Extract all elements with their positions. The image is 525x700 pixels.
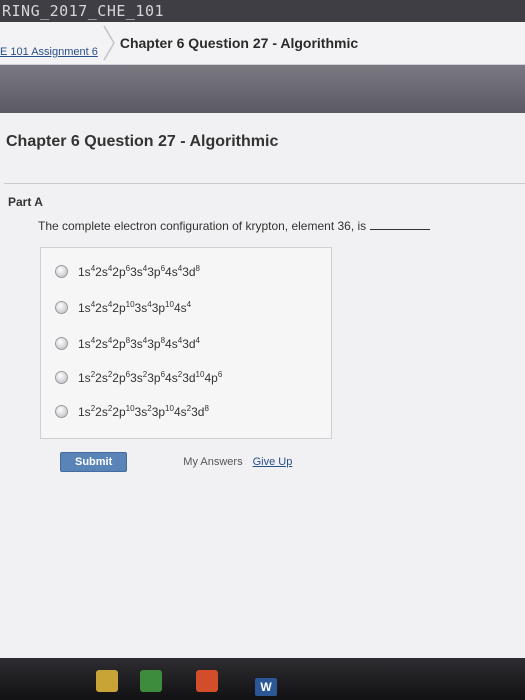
browser-tab-strip: RING_2017_CHE_101: [0, 0, 525, 22]
orbital: 1s: [78, 404, 91, 419]
orbital: 2p: [112, 336, 126, 351]
orbital: 2s: [95, 264, 108, 279]
orbital: 4s: [173, 300, 187, 315]
taskbar: W: [0, 658, 525, 700]
submit-button[interactable]: Submit: [60, 452, 128, 472]
radio-button[interactable]: [55, 264, 68, 278]
option-formula: 1s42s42p63s43p64s43d8: [78, 264, 200, 279]
orbital: 3p: [147, 370, 161, 385]
orbital: 3d: [191, 404, 205, 419]
orbital: 1s: [78, 264, 91, 279]
orbital: 3p: [147, 336, 161, 351]
answer-blank: [370, 229, 431, 230]
orbital: 3d: [182, 264, 196, 279]
orbital: 3s: [130, 370, 143, 385]
breadcrumb-assignment-link[interactable]: E 101 Assignment 6: [0, 46, 98, 58]
my-answers-label: My Answers: [183, 456, 243, 468]
option-formula: 1s22s22p103s23p104s23d8: [78, 404, 209, 419]
orbital: 1s: [78, 370, 91, 385]
orbital: 2p: [112, 404, 126, 419]
orbital: 3p: [151, 404, 166, 419]
orbital: 2s: [95, 300, 108, 315]
orbital: 3s: [134, 404, 148, 419]
electron-count: 4: [186, 299, 192, 309]
orbital: 3d: [182, 370, 196, 385]
answer-actions: Submit My Answers Give Up: [60, 451, 292, 473]
tab-title[interactable]: RING_2017_CHE_101: [2, 2, 164, 20]
orbital: 3s: [134, 300, 148, 315]
header-band: [0, 65, 525, 113]
orbital: 4s: [173, 404, 187, 419]
breadcrumb-current: Chapter 6 Question 27 - Algorithmic: [119, 35, 359, 51]
orbital: 2p: [112, 264, 126, 279]
option-formula: 1s22s22p63s23p64s23d104p6: [78, 370, 222, 385]
electron-count: 8: [204, 403, 209, 413]
option-formula: 1s42s42p83s43p84s43d4: [78, 336, 200, 351]
radio-button[interactable]: [55, 336, 68, 350]
part-label: Part A: [8, 195, 43, 209]
orbital: 4s: [165, 336, 178, 351]
orbital: 2p: [112, 300, 126, 315]
orbital: 2s: [95, 336, 108, 351]
orbital: 4s: [165, 264, 178, 279]
option-formula: 1s42s42p103s43p104s4: [78, 300, 191, 315]
word-icon[interactable]: W: [255, 678, 277, 696]
answer-option-4[interactable]: 1s22s22p63s23p64s23d104p6: [55, 366, 222, 388]
orbital: 3s: [130, 336, 143, 351]
orbital: 3p: [147, 264, 161, 279]
radio-button[interactable]: [55, 370, 68, 384]
electron-count: 10: [125, 299, 135, 309]
orbital: 2s: [95, 404, 108, 419]
orbital: 1s: [78, 336, 91, 351]
electron-count: 10: [125, 403, 135, 413]
orbital: 4p: [204, 370, 218, 385]
orbital: 4s: [165, 370, 178, 385]
question-panel: Chapter 6 Question 27 - Algorithmic Part…: [0, 113, 525, 658]
question-prompt: The complete electron configuration of k…: [38, 219, 367, 233]
breadcrumb: E 101 Assignment 6 Chapter 6 Question 27…: [0, 22, 525, 65]
radio-button[interactable]: [55, 404, 68, 418]
question-text: The complete electron configuration of k…: [38, 219, 431, 233]
orbital: 2p: [112, 370, 126, 385]
orbital: 3s: [130, 264, 143, 279]
radio-button[interactable]: [55, 300, 68, 314]
media-player-icon[interactable]: [140, 670, 162, 692]
answer-options: 1s42s42p63s43p64s43d8 1s42s42p103s43p104…: [40, 247, 332, 439]
electron-count: 10: [165, 299, 174, 309]
answer-option-1[interactable]: 1s42s42p63s43p64s43d8: [55, 260, 200, 282]
answer-option-2[interactable]: 1s42s42p103s43p104s4: [55, 296, 191, 318]
page-title: Chapter 6 Question 27 - Algorithmic: [6, 133, 279, 150]
electron-count: 4: [195, 335, 200, 345]
orbital: 3p: [151, 300, 166, 315]
browser-icon[interactable]: [196, 670, 218, 692]
chevron-right-icon: [103, 25, 115, 61]
divider: [4, 183, 525, 184]
electron-count: 10: [165, 403, 174, 413]
answer-option-5[interactable]: 1s22s22p103s23p104s23d8: [55, 400, 209, 422]
orbital: 2s: [95, 370, 108, 385]
give-up-link[interactable]: Give Up: [253, 456, 293, 468]
electron-count: 8: [195, 263, 200, 273]
file-explorer-icon[interactable]: [96, 670, 118, 692]
answer-option-3[interactable]: 1s42s42p83s43p84s43d4: [55, 332, 200, 354]
orbital: 1s: [78, 300, 91, 315]
electron-count: 6: [217, 369, 223, 379]
orbital: 3d: [182, 336, 196, 351]
